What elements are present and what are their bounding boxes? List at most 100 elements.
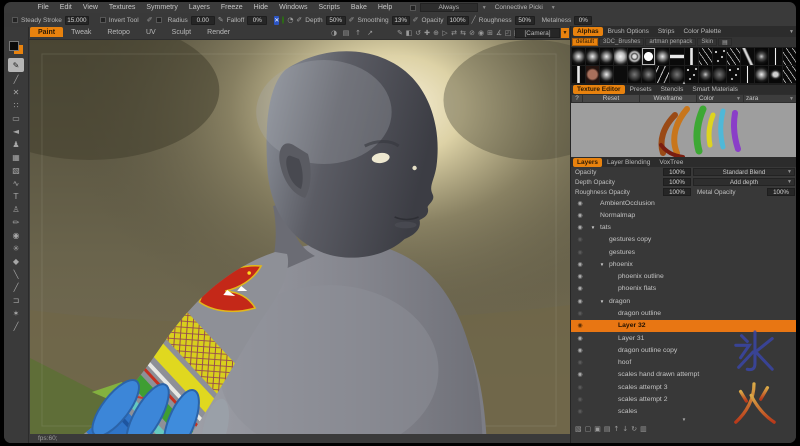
depth-opacity-value[interactable]: 100% xyxy=(663,178,691,186)
brush-tool[interactable]: ✎ xyxy=(8,58,24,72)
visibility-eye-icon[interactable]: ◉ xyxy=(575,249,585,256)
layer-row-layer-32[interactable]: ◉Layer 32 xyxy=(571,320,796,332)
menu-scripts[interactable]: Scripts xyxy=(313,4,345,11)
metal-opacity-value[interactable]: 100% xyxy=(767,188,795,196)
curve-tool[interactable]: ∿ xyxy=(7,177,25,190)
line-tool[interactable]: ╱ xyxy=(7,281,25,294)
metalness-input[interactable]: 0% xyxy=(574,16,592,25)
copy-tool[interactable]: ▧ xyxy=(7,164,25,177)
layer-row-phoenix[interactable]: ◉▼phoenix xyxy=(571,258,796,270)
tab-sculpt[interactable]: Sculpt xyxy=(164,27,199,37)
visibility-eye-icon[interactable]: ◉ xyxy=(575,322,585,329)
alpha-thumbnail[interactable] xyxy=(741,48,754,65)
layer-row-phoenix-outline[interactable]: ◉phoenix outline xyxy=(571,271,796,283)
swap-icon[interactable]: ⇄ xyxy=(450,29,458,37)
menu-file[interactable]: File xyxy=(32,4,54,11)
object-select[interactable]: zara▼ xyxy=(744,95,796,102)
add-layer-icon[interactable]: ▧ xyxy=(575,425,582,433)
spline-tool[interactable]: ╱ xyxy=(7,320,25,333)
move-icon[interactable]: ✚ xyxy=(423,29,431,37)
visibility-eye-icon[interactable]: ◉ xyxy=(575,261,585,268)
layer-row-gestures[interactable]: ◉gestures xyxy=(571,246,796,258)
orient-icon[interactable]: ↗ xyxy=(366,29,374,37)
play-icon[interactable]: ▷ xyxy=(441,29,449,37)
layer-row-gestures-copy[interactable]: ◉gestures copy xyxy=(571,234,796,246)
texture-preview[interactable] xyxy=(571,103,796,157)
text-tool[interactable]: T xyxy=(7,190,25,203)
alpha-thumbnail[interactable] xyxy=(699,48,712,65)
layer-row-phoenix-flats[interactable]: ◉phoenix flats xyxy=(571,283,796,295)
alpha-thumbnail[interactable] xyxy=(685,48,698,65)
help-button[interactable]: ? xyxy=(572,95,582,102)
depth-input[interactable]: 50% xyxy=(326,16,346,25)
pen-pressure-icon[interactable]: ✎ xyxy=(218,17,224,24)
primary-color-swatch[interactable] xyxy=(9,41,19,51)
flower-tool[interactable]: ✳ xyxy=(7,242,25,255)
brush-preset-icon[interactable]: ✐ xyxy=(147,17,153,24)
disable-icon[interactable]: ⊘ xyxy=(468,29,476,37)
visibility-eye-icon[interactable]: ◉ xyxy=(575,408,585,415)
chevron-down-icon[interactable]: ▼ xyxy=(551,5,556,11)
freeze-tool[interactable]: ✕ xyxy=(7,86,25,99)
layer-row-scales[interactable]: ◉scales xyxy=(571,406,796,418)
layer-folder-icon[interactable]: ▥ xyxy=(640,425,647,433)
layer-row-hoof[interactable]: ◉hoof xyxy=(571,356,796,368)
delete-layer-icon[interactable]: ▢ xyxy=(585,425,592,433)
clone-tool[interactable]: ▦ xyxy=(7,151,25,164)
stamp-drag-tool[interactable]: ♙ xyxy=(7,203,25,216)
move-layer-down-icon[interactable]: ↓ xyxy=(622,425,628,433)
visibility-eye-icon[interactable]: ◉ xyxy=(575,273,585,280)
export-up-icon[interactable]: ↑ xyxy=(354,29,362,37)
visibility-eye-icon[interactable]: ◉ xyxy=(575,212,585,219)
layer-row-normalmap[interactable]: ◉Normalmap xyxy=(571,209,796,221)
tab-uv[interactable]: UV xyxy=(138,27,164,37)
visibility-eye-icon[interactable]: ◉ xyxy=(575,298,585,305)
swap-alt-icon[interactable]: ⇆ xyxy=(459,29,467,37)
depth-mode-select[interactable]: Add depth▼ xyxy=(693,178,795,186)
tab-presets[interactable]: Presets xyxy=(626,85,656,94)
tab-retopo[interactable]: Retopo xyxy=(99,27,138,37)
roughness-opacity-value[interactable]: 100% xyxy=(663,188,691,196)
menu-freeze[interactable]: Freeze xyxy=(215,4,248,11)
viewport-3d[interactable] xyxy=(30,40,570,434)
group-default[interactable]: default xyxy=(572,38,598,46)
tab-brush-options[interactable]: Brush Options xyxy=(604,27,653,36)
eraser-tool[interactable]: ▭ xyxy=(7,112,25,125)
tab-render[interactable]: Render xyxy=(199,27,238,37)
tab-strips[interactable]: Strips xyxy=(654,27,679,36)
visibility-eye-icon[interactable]: ◉ xyxy=(575,200,585,207)
layer-row-dragon-outline-copy[interactable]: ◉dragon outline copy xyxy=(571,344,796,356)
alpha-thumbnail[interactable] xyxy=(642,48,655,65)
eye-tool[interactable]: ◉ xyxy=(7,229,25,242)
tab-voxtree[interactable]: VoxTree xyxy=(655,158,687,167)
alpha-thumbnail[interactable] xyxy=(713,48,726,65)
alpha-thumbnail[interactable] xyxy=(727,48,740,65)
alpha-thumbnail[interactable] xyxy=(614,48,627,65)
stamp-tool[interactable]: ♟ xyxy=(7,138,25,151)
visibility-eye-icon[interactable]: ◉ xyxy=(575,359,585,366)
alpha-thumbnail[interactable] xyxy=(755,48,768,65)
pick-mode-select[interactable]: Connective Picki xyxy=(491,3,547,12)
target-icon[interactable]: ◉ xyxy=(477,29,485,37)
pencil-icon[interactable]: ✎ xyxy=(396,29,404,37)
tab-color-palette[interactable]: Color Palette xyxy=(679,27,725,36)
opacity-value[interactable]: 100% xyxy=(663,168,691,176)
depth-pressure-icon[interactable]: ✐ xyxy=(296,17,302,24)
alpha-thumbnail[interactable] xyxy=(628,48,641,65)
alpha-thumbnail[interactable] xyxy=(783,48,796,65)
layer-row-scales-attempt-2[interactable]: ◉scales attempt 2 xyxy=(571,393,796,405)
sphere-preview-icon[interactable] xyxy=(282,16,284,24)
channel-select[interactable]: Color▼ xyxy=(697,95,743,102)
alpha-folder-icon[interactable]: ▤ xyxy=(718,38,732,46)
tab-paint[interactable]: Paint xyxy=(30,27,63,37)
reset-button[interactable]: Reset xyxy=(583,95,639,102)
visibility-eye-icon[interactable]: ◉ xyxy=(575,371,585,378)
alpha-thumbnail[interactable] xyxy=(572,48,585,65)
opacity-pressure-icon[interactable]: ✐ xyxy=(413,17,419,24)
visibility-eye-icon[interactable]: ◉ xyxy=(575,285,585,292)
layer-row-scales-attempt-3[interactable]: ◉scales attempt 3 xyxy=(571,381,796,393)
falloff-input[interactable]: 0% xyxy=(247,16,267,25)
menu-windows[interactable]: Windows xyxy=(274,4,313,11)
menu-textures[interactable]: Textures xyxy=(103,4,140,11)
merge-layer-icon[interactable]: ▤ xyxy=(604,425,611,433)
